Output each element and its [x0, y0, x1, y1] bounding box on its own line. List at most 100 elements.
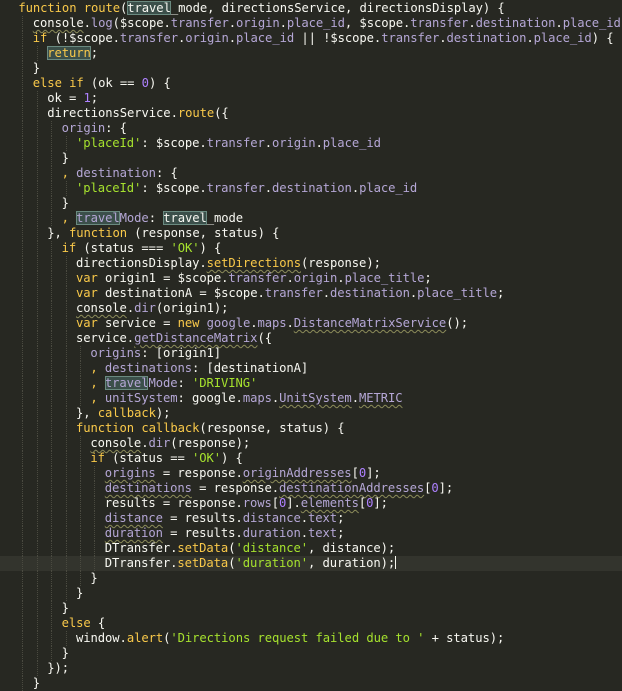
code-token: : {: [155, 166, 178, 180]
code-line[interactable]: destinations = response.destinationAddre…: [0, 481, 622, 496]
code-line[interactable]: DTransfer.setData('distance', distance);: [0, 541, 622, 556]
code-line[interactable]: 'placeId': $scope.transfer.origin.place_…: [0, 136, 622, 151]
code-line[interactable]: return;: [0, 46, 622, 61]
code-line[interactable]: }: [0, 61, 622, 76]
indent-guide: [36, 301, 38, 316]
code-line-content: }, function (response, status) {: [47, 226, 279, 241]
code-line[interactable]: var service = new google.maps.DistanceMa…: [0, 316, 622, 331]
code-line[interactable]: service.getDistanceMatrix({: [0, 331, 622, 346]
code-line[interactable]: , travelMode: 'DRIVING': [0, 376, 622, 391]
code-line[interactable]: , travelMode: travel_mode: [0, 211, 622, 226]
code-token: distance: [104, 511, 163, 525]
indent-guide: [36, 346, 38, 361]
indent-guide: [65, 316, 67, 331]
code-line[interactable]: origins = response.originAddresses[0];: [0, 466, 622, 481]
code-line[interactable]: }: [0, 601, 622, 616]
code-token: destination: [446, 31, 527, 45]
code-line[interactable]: }, function (response, status) {: [0, 226, 622, 241]
code-line[interactable]: var origin1 = $scope.transfer.origin.pla…: [0, 271, 622, 286]
indent-guide: [51, 631, 53, 646]
code-line[interactable]: }: [0, 151, 622, 166]
code-token: setDirections: [206, 256, 301, 270]
code-editor[interactable]: function route(travel_mode, directionsSe…: [0, 0, 622, 691]
indent-guide: [36, 286, 38, 301]
code-line[interactable]: console.dir(response);: [0, 436, 622, 451]
code-line[interactable]: console.log($scope.transfer.origin.place…: [0, 16, 622, 31]
code-token: (response, status) {: [199, 421, 345, 435]
indent-guide: [22, 46, 24, 61]
code-line-content: function callback(response, status) {: [76, 421, 345, 436]
code-line[interactable]: , destination: {: [0, 166, 622, 181]
indent-guide: [36, 556, 38, 571]
code-line[interactable]: window.alert('Directions request failed …: [0, 631, 622, 646]
code-line[interactable]: if (status === 'OK') {: [0, 241, 622, 256]
code-line[interactable]: function callback(response, status) {: [0, 421, 622, 436]
code-line[interactable]: if (!$scope.transfer.origin.place_id || …: [0, 31, 622, 46]
code-line-content: distance = results.distance.text;: [105, 511, 345, 526]
code-line[interactable]: }, callback);: [0, 406, 622, 421]
code-line-content: }: [76, 586, 83, 601]
code-token: );: [155, 406, 171, 420]
code-line[interactable]: });: [0, 661, 622, 676]
code-token: destinationA = $scope.: [97, 286, 265, 300]
code-line[interactable]: results = response.rows[0].elements[0];: [0, 496, 622, 511]
code-token: .: [315, 136, 323, 150]
code-line[interactable]: distance = results.distance.text;: [0, 511, 622, 526]
indent-guide: [51, 511, 53, 526]
code-line-content: console.log($scope.transfer.origin.place…: [33, 16, 622, 31]
code-token: : {: [105, 121, 127, 135]
code-line[interactable]: 'placeId': $scope.transfer.destination.p…: [0, 181, 622, 196]
code-line[interactable]: }: [0, 196, 622, 211]
code-line[interactable]: , destinations: [destinationA]: [0, 361, 622, 376]
code-token: , distance);: [308, 541, 396, 555]
code-token: google: [206, 316, 251, 330]
code-line[interactable]: ok = 1;: [0, 91, 622, 106]
code-token: getDistanceMatrix: [134, 331, 258, 345]
code-token: destinations: [104, 361, 192, 375]
code-line[interactable]: duration = results.duration.text;: [0, 526, 622, 541]
code-line[interactable]: directionsService.route({: [0, 106, 622, 121]
code-line[interactable]: directionsDisplay.setDirections(response…: [0, 256, 622, 271]
indent-guide: [51, 256, 53, 271]
indent-guide: [65, 631, 67, 646]
code-line[interactable]: }: [0, 676, 622, 691]
code-line[interactable]: , unitSystem: google.maps.UnitSystem.MET…: [0, 391, 622, 406]
code-token: : $scope.: [141, 181, 207, 195]
indent-guide: [22, 106, 24, 121]
indent-guide: [51, 421, 53, 436]
code-line[interactable]: else if (ok == 0) {: [0, 76, 622, 91]
indent-guide: [65, 331, 67, 346]
indent-guide: [22, 136, 24, 151]
code-line[interactable]: }: [0, 571, 622, 586]
indent-guide: [51, 136, 53, 151]
code-line[interactable]: origin: {: [0, 121, 622, 136]
code-line[interactable]: console.dir(origin1);: [0, 301, 622, 316]
code-line[interactable]: origins: [origin1]: [0, 346, 622, 361]
code-token: place_id: [359, 181, 418, 195]
code-token: origin: [185, 31, 229, 45]
indent-guide: [22, 481, 24, 496]
code-line[interactable]: DTransfer.setData('duration', duration);: [0, 556, 622, 571]
code-line[interactable]: var destinationA = $scope.transfer.desti…: [0, 286, 622, 301]
code-token: ();: [446, 316, 468, 330]
code-token: origin: [236, 16, 280, 30]
code-token: 'duration': [235, 556, 309, 570]
code-line[interactable]: }: [0, 586, 622, 601]
code-line-content: 'placeId': $scope.transfer.destination.p…: [76, 181, 417, 196]
indent-guide: [51, 301, 53, 316]
code-token: });: [47, 661, 69, 675]
code-line[interactable]: else {: [0, 616, 622, 631]
code-token: Mode: [119, 211, 149, 225]
indent-guide: [65, 481, 67, 496]
indent-guide: [22, 556, 24, 571]
code-line[interactable]: }: [0, 646, 622, 661]
code-token: }: [90, 571, 98, 585]
indent-guide: [22, 211, 24, 226]
code-line[interactable]: if (status == 'OK') {: [0, 451, 622, 466]
indent-guide: [36, 511, 38, 526]
code-token: (response);: [170, 436, 251, 450]
code-token: place_id: [286, 16, 345, 30]
code-token: destination: [271, 181, 352, 195]
indent-guide: [36, 151, 38, 166]
code-line[interactable]: function route(travel_mode, directionsSe…: [0, 1, 622, 16]
